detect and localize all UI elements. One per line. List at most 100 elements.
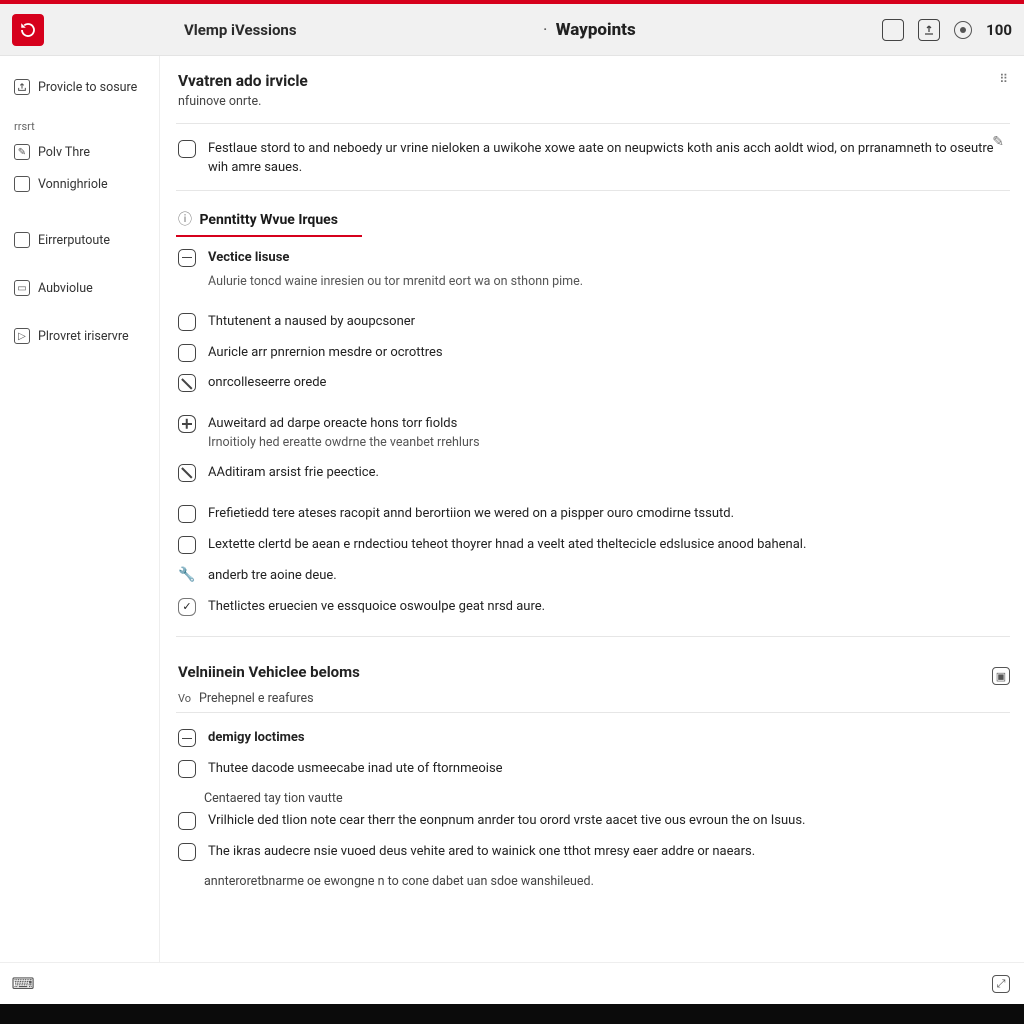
header-actions: 100 bbox=[882, 19, 1012, 41]
row-text: anderb tre aoine deue. bbox=[208, 567, 337, 586]
row-text: Auweitard ad darpe oreacte hons torr fio… bbox=[208, 415, 480, 434]
list-row: ✓ Thetlictes eruecien ve essquoice oswou… bbox=[176, 592, 1010, 623]
disabled-checkbox-icon bbox=[178, 374, 196, 392]
checkbox[interactable] bbox=[178, 140, 196, 158]
list-row: Frefietiedd tere ateses racopit annd ber… bbox=[176, 499, 1010, 530]
row-text: Lextette clertd be aean e rndectiou tehe… bbox=[208, 536, 806, 555]
expand-icon[interactable] bbox=[178, 415, 196, 433]
vo-label: Vo bbox=[176, 692, 191, 705]
checkbox[interactable] bbox=[178, 843, 196, 861]
archive-icon: ▭ bbox=[14, 280, 30, 296]
expand-icon[interactable] bbox=[178, 729, 196, 747]
play-icon: ▷ bbox=[14, 328, 30, 344]
section-vehicle-below: Velniinein Vehiclee beloms Vo Prehepnel … bbox=[176, 647, 1010, 706]
expand-icon[interactable]: ⤢ bbox=[992, 975, 1010, 993]
sidebar-item-0[interactable]: ✎ Polv Thre bbox=[12, 139, 149, 165]
sidebar-section-label: rrsrt bbox=[12, 120, 149, 133]
sidebar: Provicle to sosure rrsrt ✎ Polv Thre Von… bbox=[0, 56, 160, 962]
row-text: Vrilhicle ded tlion note cear therr the … bbox=[208, 812, 805, 831]
expand-icon[interactable] bbox=[178, 249, 196, 267]
list-row: Vrilhicle ded tlion note cear therr the … bbox=[176, 806, 1010, 837]
dot-icon: · bbox=[543, 20, 547, 40]
disabled-checkbox-icon bbox=[178, 464, 196, 482]
sidebar-item-1[interactable]: Vonnighriole bbox=[12, 171, 149, 197]
indented-note: annteroretbnarme oe ewongne n to cone da… bbox=[176, 874, 1010, 889]
tab-label: Penntitty Wvue Irques bbox=[199, 212, 337, 228]
sidebar-item-4[interactable]: ▷ Plrovret iriservre bbox=[12, 323, 149, 349]
wrench-icon[interactable]: 🔧 bbox=[178, 567, 196, 583]
list-row: onrcolleseerre orede bbox=[176, 368, 1010, 399]
row-text: Frefietiedd tere ateses racopit annd ber… bbox=[208, 505, 734, 524]
row-text: onrcolleseerre orede bbox=[208, 374, 326, 393]
page-icon: ✎ bbox=[14, 144, 30, 160]
edit-icon[interactable]: ✎ bbox=[992, 134, 1004, 150]
info-icon: ⓘ bbox=[178, 212, 192, 228]
row-title: demigy loctimes bbox=[208, 729, 305, 748]
list-row: Thtutenent a naused by aoupcsoner bbox=[176, 307, 1010, 338]
sidebar-item-label: Eirrerputoute bbox=[38, 233, 110, 248]
sidebar-item-label: Aubviolue bbox=[38, 281, 93, 296]
panel-toggle-icon[interactable] bbox=[882, 19, 904, 41]
folder-icon bbox=[14, 232, 30, 248]
list-row: Thutee dacode usmeecabe inad ute of ftor… bbox=[176, 754, 1010, 785]
list-row: Lextette clertd be aean e rndectiou tehe… bbox=[176, 530, 1010, 561]
sidebar-item-3[interactable]: ▭ Aubviolue bbox=[12, 275, 149, 301]
page-title-text: Waypoints bbox=[556, 20, 636, 40]
block-sub: Aulurie toncd waine inresien ou tor mren… bbox=[208, 273, 583, 291]
checkbox[interactable] bbox=[178, 344, 196, 362]
row-text: Auricle arr pnrernion mesdre or ocrottre… bbox=[208, 344, 443, 363]
row-text: Thutee dacode usmeecabe inad ute of ftor… bbox=[208, 760, 503, 779]
divider bbox=[176, 123, 1010, 124]
divider bbox=[176, 190, 1010, 191]
tab-primary[interactable]: ⓘ Penntitty Wvue Irques bbox=[176, 201, 340, 235]
export-icon[interactable] bbox=[918, 19, 940, 41]
page-title: · Waypoints bbox=[543, 20, 636, 40]
list-row: Auricle arr pnrernion mesdre or ocrottre… bbox=[176, 338, 1010, 369]
row-text: Thtutenent a naused by aoupcsoner bbox=[208, 313, 415, 332]
panel-header: Vvatren ado irvicle nfuinove onrte. ⠿ bbox=[176, 70, 1010, 117]
sidebar-item-label: Plrovret iriservre bbox=[38, 329, 129, 344]
share-icon bbox=[14, 79, 30, 95]
header-bar: Vlemp iVessions · Waypoints 100 bbox=[0, 4, 1024, 56]
checkbox[interactable] bbox=[178, 760, 196, 778]
list-row: Auweitard ad darpe oreacte hons torr fio… bbox=[176, 409, 1010, 458]
keyboard-icon[interactable]: ⌨ bbox=[14, 975, 32, 993]
row-text: Thetlictes eruecien ve essquoice oswoulp… bbox=[208, 598, 545, 617]
window-bottom-bar bbox=[0, 1004, 1024, 1024]
divider bbox=[176, 712, 1010, 713]
sidebar-item-top[interactable]: Provicle to sosure bbox=[12, 74, 149, 100]
list-row: 🔧 anderb tre aoine deue. bbox=[176, 561, 1010, 592]
sidebar-item-label: Provicle to sosure bbox=[38, 80, 137, 95]
header-count: 100 bbox=[986, 21, 1012, 39]
indented-note: Centaered tay tion vautte bbox=[176, 791, 1010, 806]
sidebar-item-label: Polv Thre bbox=[38, 145, 90, 160]
bottom-bar: ⌨ ⤢ bbox=[0, 962, 1024, 1004]
section-action-icon[interactable]: ▣ bbox=[992, 667, 1010, 685]
main-panel: Vvatren ado irvicle nfuinove onrte. ⠿ Fe… bbox=[160, 56, 1024, 962]
block-title: Vectice lisuse bbox=[208, 249, 583, 268]
divider bbox=[176, 636, 1010, 637]
row-text: The ikras audecre nsie vuoed deus vehite… bbox=[208, 843, 755, 862]
list-row: demigy loctimes bbox=[176, 723, 1010, 754]
app-logo[interactable] bbox=[12, 14, 44, 46]
section-title: Velniinein Vehiclee beloms bbox=[176, 647, 362, 683]
intro-row: Festlaue stord to and neboedy ur vrine n… bbox=[176, 134, 1010, 184]
refresh-icon bbox=[19, 21, 37, 39]
sidebar-item-2[interactable]: Eirrerputoute bbox=[12, 227, 149, 253]
panel-code-icon[interactable]: ⠿ bbox=[999, 72, 1008, 86]
row-text-sub: Irnoitioly hed ereatte owdrne the veanbe… bbox=[208, 434, 480, 452]
panel-title: Vvatren ado irvicle bbox=[178, 72, 308, 90]
checkbox[interactable] bbox=[178, 313, 196, 331]
checkbox[interactable] bbox=[178, 505, 196, 523]
section-sub: Prehepnel e reafures bbox=[199, 691, 314, 706]
list-row: The ikras audecre nsie vuoed deus vehite… bbox=[176, 837, 1010, 868]
row-text: AAditiram arsist frie peectice. bbox=[208, 464, 379, 483]
tool-checkbox[interactable]: ✓ bbox=[178, 598, 196, 616]
content-body: Provicle to sosure rrsrt ✎ Polv Thre Von… bbox=[0, 56, 1024, 962]
target-icon[interactable] bbox=[954, 21, 972, 39]
checkbox[interactable] bbox=[178, 812, 196, 830]
intro-text: Festlaue stord to and neboedy ur vrine n… bbox=[208, 140, 1008, 178]
code-icon: ⠿ bbox=[999, 72, 1008, 86]
checkbox[interactable] bbox=[178, 536, 196, 554]
header-subtitle: Vlemp iVessions bbox=[184, 21, 297, 39]
